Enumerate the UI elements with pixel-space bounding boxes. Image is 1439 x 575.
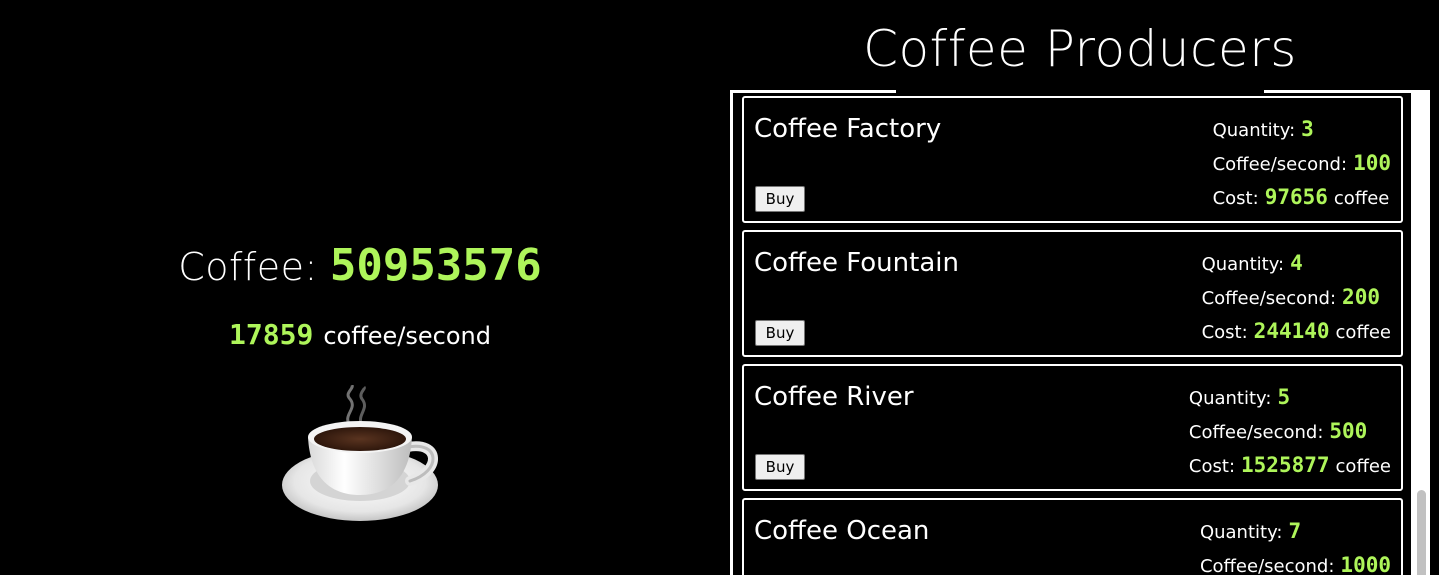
cost-row: Cost: 97656 coffee	[1213, 180, 1391, 214]
rate-label: Coffee/second:	[1212, 154, 1348, 175]
producer-stats: Quantity: 4 Coffee/second: 200 Cost: 244140…	[1202, 246, 1391, 348]
producer-stats: Quantity: 7 Coffee/second: 1000	[1200, 514, 1391, 575]
quantity-label: Quantity:	[1188, 388, 1272, 409]
rate-row: Coffee/second: 200	[1202, 280, 1391, 314]
producer-card-fountain: Coffee Fountain Buy Quantity: 4 Coffee/se…	[742, 230, 1403, 357]
producer-card-factory: Coffee Factory Buy Quantity: 3 Coffee/sec…	[742, 96, 1403, 223]
quantity-value: 4	[1290, 251, 1303, 275]
coffee-counter-label: Coffee:	[178, 245, 318, 289]
quantity-value: 5	[1277, 385, 1291, 409]
coffee-clicker-page: Coffee: 50953576 17859 coffee/second Cof…	[0, 0, 1439, 575]
quantity-value: 7	[1288, 519, 1302, 543]
cost-unit: coffee	[1335, 456, 1391, 477]
rate-row: Coffee/second: 100	[1213, 146, 1391, 180]
cost-unit: coffee	[1335, 322, 1391, 343]
cost-row: Cost: 244140 coffee	[1202, 314, 1391, 348]
quantity-row: Quantity: 4	[1202, 246, 1391, 280]
coffee-cup-graphic	[282, 384, 438, 521]
cost-unit: coffee	[1333, 188, 1390, 209]
rate-value: 200	[1342, 285, 1380, 309]
quantity-label: Quantity:	[1212, 120, 1296, 141]
cost-label: Cost:	[1212, 188, 1259, 209]
quantity-row: Quantity: 3	[1213, 112, 1391, 146]
panel-border-gap	[896, 86, 1264, 96]
quantity-row: Quantity: 7	[1200, 514, 1391, 548]
quantity-value: 3	[1301, 117, 1314, 141]
cost-value: 1525877	[1241, 453, 1330, 477]
buy-button-fountain[interactable]: Buy	[755, 320, 805, 346]
buy-button-river[interactable]: Buy	[755, 454, 805, 480]
quantity-label: Quantity:	[1201, 254, 1285, 275]
rate-value: 1000	[1340, 553, 1391, 575]
coffee-counter-area: Coffee: 50953576 17859 coffee/second	[0, 0, 720, 575]
producer-stats: Quantity: 3 Coffee/second: 100 Cost: 97656 c…	[1213, 112, 1391, 214]
producer-name: Coffee Factory	[754, 114, 942, 144]
coffee-counter: Coffee: 50953576	[0, 240, 720, 291]
producer-name: Coffee Fountain	[754, 248, 959, 278]
rate-value: 100	[1353, 151, 1391, 175]
producers-title: Coffee Producers	[863, 20, 1297, 78]
producers-scrollbar-thumb[interactable]	[1417, 490, 1426, 575]
rate-label: Coffee/second:	[1201, 288, 1337, 309]
coffee-counter-value: 50953576	[329, 240, 542, 291]
rate-row: Coffee/second: 500	[1189, 414, 1391, 448]
cost-label: Cost:	[1201, 322, 1248, 343]
cost-label: Cost:	[1188, 456, 1236, 477]
producer-name: Coffee Ocean	[754, 516, 930, 546]
quantity-row: Quantity: 5	[1189, 380, 1391, 414]
rate-label: Coffee/second:	[1188, 422, 1324, 443]
quantity-label: Quantity:	[1199, 522, 1283, 543]
producer-card-river: Coffee River Buy Quantity: 5 Coffee/secon…	[742, 364, 1403, 491]
coffee-rate-label: coffee/second	[323, 322, 491, 350]
rate-row: Coffee/second: 1000	[1200, 548, 1391, 575]
rate-label: Coffee/second:	[1199, 556, 1335, 575]
cost-value: 97656	[1264, 185, 1328, 209]
cost-value: 244140	[1253, 319, 1330, 343]
rate-value: 500	[1329, 419, 1368, 443]
coffee-rate: 17859 coffee/second	[0, 318, 720, 351]
buy-button-factory[interactable]: Buy	[755, 186, 805, 212]
producer-name: Coffee River	[754, 382, 914, 412]
coffee-rate-value: 17859	[229, 318, 314, 351]
cost-row: Cost: 1525877 coffee	[1189, 448, 1391, 482]
producer-card-ocean: Coffee Ocean Quantity: 7 Coffee/second: 10…	[742, 498, 1403, 575]
producer-stats: Quantity: 5 Coffee/second: 500 Cost: 152587…	[1189, 380, 1391, 482]
coffee-cup-icon[interactable]	[280, 384, 445, 525]
